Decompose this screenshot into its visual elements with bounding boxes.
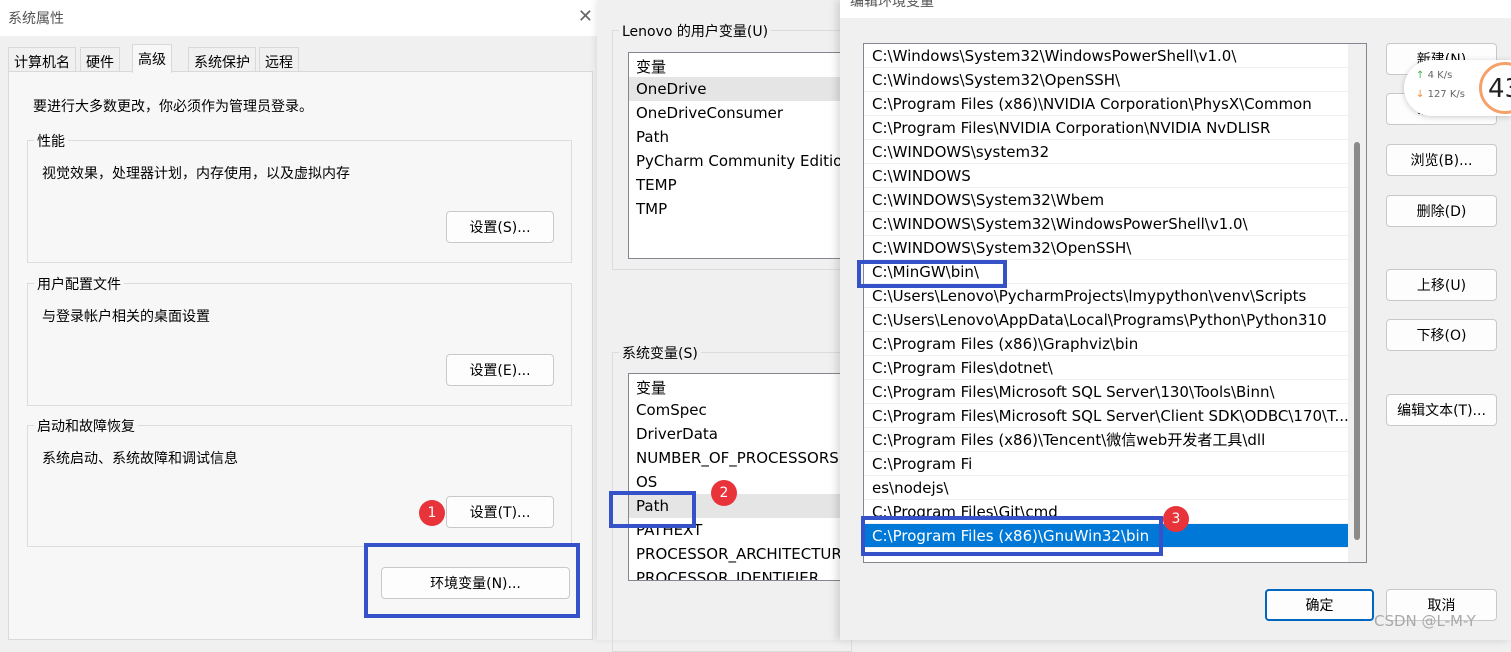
upload-arrow-icon: ↑ [1416, 70, 1425, 81]
profile-settings-button[interactable]: 设置(E)... [446, 354, 554, 386]
upload-speed: 4 [1427, 70, 1434, 81]
group-label: Lenovo 的用户变量(U) [619, 21, 772, 41]
group-label: 系统变量(S) [619, 343, 701, 363]
list-item[interactable]: OneDrive [629, 77, 847, 101]
path-item[interactable]: C:\Program Files\Microsoft SQL Server\Cl… [864, 404, 1349, 428]
tab-computer-name[interactable]: 计算机名 [8, 47, 76, 72]
performance-group: 性能 视觉效果，处理器计划，内存使用，以及虚拟内存 [27, 131, 572, 263]
path-item[interactable]: C:\WINDOWS\System32\WindowsPowerShell\v1… [864, 212, 1348, 236]
path-item[interactable]: C:\WINDOWS\System32\OpenSSH\ [864, 236, 1348, 260]
column-header[interactable]: 变量 [629, 374, 847, 398]
download-arrow-icon: ↓ [1416, 89, 1425, 100]
column-header[interactable]: 变量 [629, 53, 847, 77]
step-marker-2: 2 [711, 480, 737, 506]
list-item[interactable]: TEMP [629, 173, 847, 197]
watermark: CSDN @L-M-Y [1374, 612, 1476, 630]
tab-advanced[interactable]: 高级 [132, 44, 172, 73]
dialog-title: 编辑环境变量 [850, 0, 934, 10]
group-desc: 与登录帐户相关的桌面设置 [42, 309, 210, 325]
path-item[interactable]: C:\WINDOWS\System32\Wbem [864, 188, 1348, 212]
scrollbar[interactable] [1348, 44, 1366, 562]
dialog-title: 系统属性 [8, 11, 64, 27]
scrollbar-thumb[interactable] [1354, 142, 1360, 540]
user-variables-list[interactable]: 变量 OneDrive OneDriveConsumer Path PyChar… [628, 52, 848, 259]
title-bar: 系统属性 ✕ [0, 0, 597, 36]
startup-settings-button[interactable]: 设置(T)... [446, 496, 554, 528]
performance-settings-button[interactable]: 设置(S)... [446, 211, 554, 243]
path-item[interactable]: C:\Windows\System32\WindowsPowerShell\v1… [864, 44, 1348, 68]
highlight-gnuwin32 [861, 516, 1163, 556]
tab-hardware[interactable]: 硬件 [80, 47, 120, 72]
step-marker-1: 1 [419, 500, 445, 526]
list-item[interactable]: PyCharm Community Edition [629, 149, 847, 173]
path-item[interactable]: C:\Program Files\Microsoft SQL Server\13… [864, 380, 1348, 404]
highlight-env-button [364, 543, 580, 618]
highlight-mingw [857, 260, 1007, 288]
move-down-button[interactable]: 下移(O) [1386, 319, 1497, 351]
tab-remote[interactable]: 远程 [259, 47, 299, 72]
path-item[interactable]: C:\Windows\System32\OpenSSH\ [864, 68, 1348, 92]
path-item[interactable]: C:\Program Fi [864, 452, 1348, 476]
list-item[interactable]: OneDriveConsumer [629, 101, 847, 125]
browse-button[interactable]: 浏览(B)... [1386, 144, 1497, 176]
path-item[interactable]: C:\Program Files\dotnet\ [864, 356, 1348, 380]
admin-note: 要进行大多数更改，你必须作为管理员登录。 [33, 99, 313, 115]
download-unit: K/s [1449, 89, 1465, 100]
environment-variables-dialog: Lenovo 的用户变量(U) 变量 OneDrive OneDriveCons… [597, 0, 852, 652]
group-label: 性能 [34, 131, 68, 151]
list-item[interactable]: TMP [629, 197, 847, 221]
user-profile-group: 用户配置文件 与登录帐户相关的桌面设置 [27, 274, 572, 406]
path-item[interactable]: C:\Program Files (x86)\Graphviz\bin [864, 332, 1348, 356]
memory-percent-gauge: 43 [1479, 62, 1511, 114]
path-item[interactable]: C:\Program Files\NVIDIA Corporation\NVID… [864, 116, 1348, 140]
network-speed-widget[interactable]: ↑ 4 K/s ↓ 127 K/s 43 [1404, 60, 1511, 116]
list-item[interactable]: DriverData [629, 422, 847, 446]
group-desc: 视觉效果，处理器计划，内存使用，以及虚拟内存 [42, 166, 350, 182]
list-item[interactable]: PROCESSOR_ARCHITECTURE [629, 542, 847, 566]
system-variables-list[interactable]: 变量 ComSpec DriverData NUMBER_OF_PROCESSO… [628, 373, 848, 581]
path-item[interactable]: C:\Program Files (x86)\Tencent\微信web开发者工… [864, 428, 1348, 452]
delete-button[interactable]: 删除(D) [1386, 195, 1497, 227]
list-item[interactable]: ComSpec [629, 398, 847, 422]
tab-system-protection[interactable]: 系统保护 [188, 47, 256, 72]
path-item[interactable]: C:\Program Files (x86)\NVIDIA Corporatio… [864, 92, 1348, 116]
upload-unit: K/s [1437, 70, 1453, 81]
title-bar: 编辑环境变量 [840, 0, 1511, 18]
move-up-button[interactable]: 上移(U) [1386, 269, 1497, 301]
close-icon[interactable]: ✕ [578, 6, 593, 27]
list-item[interactable]: NUMBER_OF_PROCESSORS [629, 446, 847, 470]
highlight-path-var [609, 491, 696, 528]
path-item[interactable]: C:\Users\Lenovo\AppData\Local\Programs\P… [864, 308, 1348, 332]
group-label: 用户配置文件 [34, 274, 124, 294]
list-item[interactable]: Path [629, 125, 847, 149]
edit-text-button[interactable]: 编辑文本(T)... [1386, 394, 1497, 426]
list-item[interactable]: PROCESSOR_IDENTIFIER [629, 566, 847, 580]
path-list[interactable]: C:\Windows\System32\WindowsPowerShell\v1… [863, 43, 1367, 563]
group-desc: 系统启动、系统故障和调试信息 [42, 451, 238, 467]
ok-button[interactable]: 确定 [1265, 589, 1374, 621]
path-item[interactable]: C:\WINDOWS\system32 [864, 140, 1348, 164]
group-label: 启动和故障恢复 [34, 416, 138, 436]
path-item[interactable]: es\nodejs\ [864, 476, 1348, 500]
download-speed: 127 [1427, 89, 1447, 100]
step-marker-3: 3 [1163, 506, 1189, 532]
startup-recovery-group: 启动和故障恢复 系统启动、系统故障和调试信息 [27, 416, 572, 547]
path-item[interactable]: C:\WINDOWS [864, 164, 1348, 188]
